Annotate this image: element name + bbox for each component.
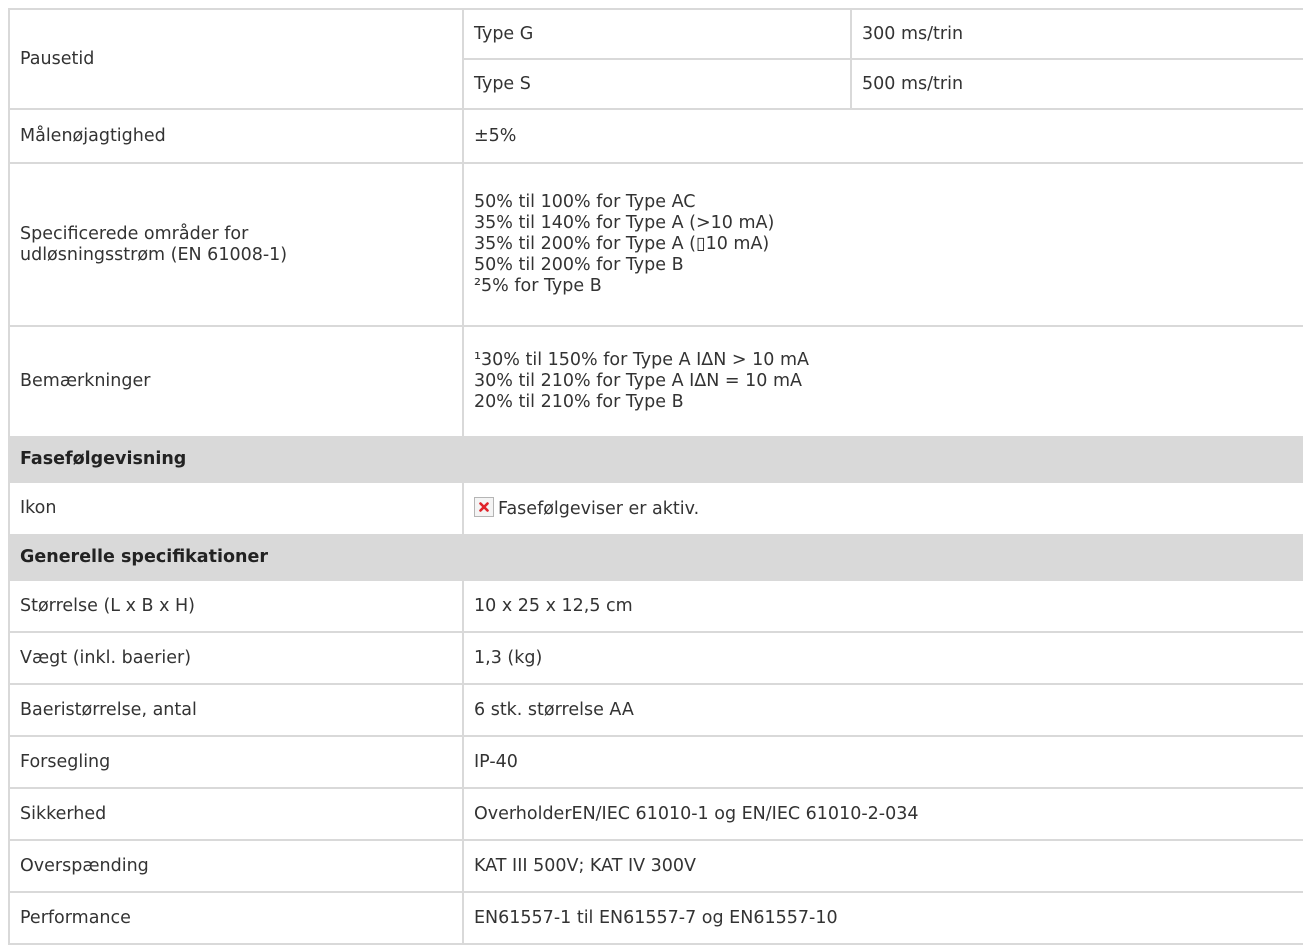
general-section-title: Generelle specifikationer	[8, 534, 1303, 581]
ranges-values: 50% til 100% for Type AC 35% til 140% fo…	[462, 162, 1303, 327]
remarks-line: 30% til 210% for Type A IΔN = 10 mA	[474, 371, 802, 391]
x-mark-icon	[479, 502, 489, 512]
ranges-label: Specificerede områder for udløsningsstrø…	[8, 162, 464, 327]
spec-table: Pausetid Type G 300 ms/trin Type S 500 m…	[8, 8, 1303, 945]
icon-text: Fasefølgeviser er aktiv.	[498, 499, 700, 519]
spec-label: Sikkerhed	[8, 787, 464, 841]
spec-label: Forsegling	[8, 735, 464, 789]
table-row: Forsegling IP-40	[8, 735, 1303, 789]
table-row: Størrelse (L x B x H) 10 x 25 x 12,5 cm	[8, 579, 1303, 633]
spec-value: EN61557-1 til EN61557-7 og EN61557-10	[462, 891, 1303, 945]
ranges-label-line: Specificerede områder for	[20, 223, 249, 244]
section-header: Generelle specifikationer	[8, 534, 1303, 581]
spec-label: Størrelse (L x B x H)	[8, 579, 464, 633]
remarks-line: ¹30% til 150% for Type A IΔN > 10 mA	[474, 350, 809, 370]
type-s-value: 500 ms/trin	[850, 58, 1303, 110]
table-row: Ikon Fasefølgeviser er aktiv.	[8, 481, 1303, 536]
table-row: Specificerede områder for udløsningsstrø…	[8, 162, 1303, 327]
table-row: Bemærkninger ¹30% til 150% for Type A IΔ…	[8, 325, 1303, 438]
ranges-line: 50% til 100% for Type AC	[474, 192, 696, 212]
table-row: Pausetid Type G 300 ms/trin	[8, 8, 1303, 110]
accuracy-label: Målenøjagtighed	[8, 108, 464, 164]
table-row: Performance EN61557-1 til EN61557-7 og E…	[8, 891, 1303, 945]
table-row: Overspænding KAT III 500V; KAT IV 300V	[8, 839, 1303, 893]
spec-value: OverholderEN/IEC 61010-1 og EN/IEC 61010…	[462, 787, 1303, 841]
ranges-line: 35% til 140% for Type A (>10 mA)	[474, 213, 775, 233]
remarks-line: 20% til 210% for Type B	[474, 392, 684, 412]
type-g-value: 300 ms/trin	[850, 8, 1303, 60]
section-header: Fasefølgevisning	[8, 436, 1303, 483]
icon-value: Fasefølgeviser er aktiv.	[462, 481, 1303, 536]
spec-value: KAT III 500V; KAT IV 300V	[462, 839, 1303, 893]
spec-value: IP-40	[462, 735, 1303, 789]
spec-label: Performance	[8, 891, 464, 945]
ranges-line: 50% til 200% for Type B	[474, 255, 684, 275]
spec-label: Vægt (inkl. baerier)	[8, 631, 464, 685]
ranges-line: ²5% for Type B	[474, 276, 602, 296]
spec-label: Overspænding	[8, 839, 464, 893]
table-row: Baeristørrelse, antal 6 stk. størrelse A…	[8, 683, 1303, 737]
spec-label: Baeristørrelse, antal	[8, 683, 464, 737]
remarks-values: ¹30% til 150% for Type A IΔN > 10 mA 30%…	[462, 325, 1303, 438]
table-row: Vægt (inkl. baerier) 1,3 (kg)	[8, 631, 1303, 685]
spec-value: 6 stk. størrelse AA	[462, 683, 1303, 737]
spec-value: 1,3 (kg)	[462, 631, 1303, 685]
ranges-line: 35% til 200% for Type A (▯10 mA)	[474, 234, 770, 254]
ranges-label-line: udløsningsstrøm (EN 61008-1)	[20, 244, 288, 265]
table-row: Målenøjagtighed ±5%	[8, 108, 1303, 164]
spec-value: 10 x 25 x 12,5 cm	[462, 579, 1303, 633]
broken-image-icon	[474, 497, 494, 517]
pausetid-label: Pausetid	[8, 8, 464, 110]
table-row: Sikkerhed OverholderEN/IEC 61010-1 og EN…	[8, 787, 1303, 841]
type-s-cell: Type S	[462, 58, 852, 110]
accuracy-value: ±5%	[462, 108, 1303, 164]
phase-section-title: Fasefølgevisning	[8, 436, 1303, 483]
remarks-label: Bemærkninger	[8, 325, 464, 438]
type-g-cell: Type G	[462, 8, 852, 60]
icon-label: Ikon	[8, 481, 464, 536]
